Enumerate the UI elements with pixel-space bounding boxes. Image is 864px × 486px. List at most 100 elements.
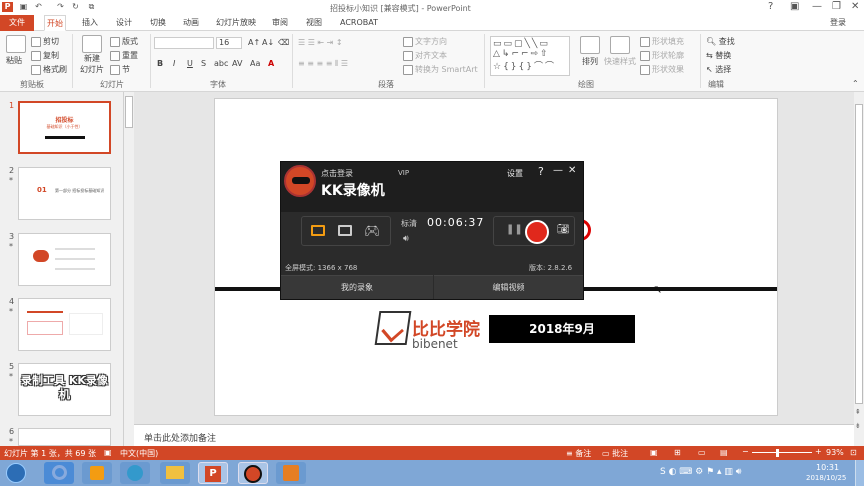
slide-sorter-icon[interactable]: ⊞ — [674, 448, 681, 457]
select-button[interactable]: ↖ 选择 — [706, 64, 731, 75]
collapse-ribbon-icon[interactable]: ⌃ — [852, 79, 859, 88]
kk-volume-icon[interactable]: 🔊︎ — [403, 234, 409, 244]
shapes-gallery[interactable]: ▭▭▢╲╲▭ △↳⌐⌐⇨⇧ ☆{}{}⌒⌒ — [490, 36, 570, 76]
kk-login-link[interactable]: 点击登录 — [321, 168, 353, 179]
thumbnail-slide-2[interactable]: 01 第一部分 招标投标基础知识 — [18, 167, 111, 220]
ie-icon[interactable] — [44, 462, 74, 484]
start-from-beginning-icon[interactable]: ⧉ — [86, 2, 97, 12]
file-explorer-icon[interactable] — [160, 462, 190, 484]
smartart-button[interactable]: 转换为 SmartArt — [403, 64, 478, 75]
minimize-button[interactable]: — — [812, 1, 822, 12]
reset-button[interactable]: 重置 — [110, 50, 138, 61]
thumbnail-slide-1[interactable]: 招投标 基础知识（小于性） — [18, 101, 111, 154]
kk-help-button[interactable]: ? — [538, 165, 544, 178]
kk-vip-badge[interactable]: VIP — [398, 169, 409, 177]
kk-my-records-button[interactable]: 我的录象 — [281, 275, 433, 299]
grow-font-icon[interactable]: A↑ — [248, 38, 260, 47]
help-button[interactable]: ? — [768, 1, 773, 12]
thumbnails-scrollbar[interactable] — [124, 92, 134, 446]
cut-button[interactable]: 剪切 — [31, 36, 59, 47]
format-painter-button[interactable]: 格式刷 — [31, 64, 67, 75]
zoom-out-button[interactable]: − — [742, 447, 749, 456]
kk-screenshot-camera-icon[interactable]: 📷︎ — [557, 224, 570, 235]
replace-button[interactable]: ⇆ 替换 — [706, 50, 731, 61]
tab-home[interactable]: 开始 — [44, 15, 66, 31]
arrange-button[interactable]: 排列 — [580, 36, 600, 67]
status-language[interactable]: 中文(中国) — [120, 448, 158, 459]
font-color-button[interactable]: A — [268, 59, 274, 68]
zoom-slider-thumb[interactable] — [776, 449, 779, 457]
text-direction-button[interactable]: 文字方向 — [403, 36, 447, 47]
kk-pause-button[interactable]: ❚❚ — [506, 224, 523, 235]
app-icon-kk-editor[interactable] — [276, 462, 306, 484]
copy-button[interactable]: 复制 — [31, 50, 59, 61]
layout-button[interactable]: 版式 — [110, 36, 138, 47]
kk-record-button[interactable] — [525, 220, 549, 244]
thumbnail-slide-5[interactable]: 录制工具 KK录像机 — [18, 363, 111, 416]
align-icons[interactable]: ≡ ≡ ≡ ≡ ⫴ ☰ — [298, 59, 348, 69]
kk-edit-video-button[interactable]: 编辑视频 — [434, 275, 583, 299]
tray-icons[interactable]: S ◐ ⌨ ⚙ ⚑ ▴ ▥ 🔊︎ — [660, 467, 741, 477]
slideshow-view-icon[interactable]: ▤ — [720, 448, 728, 457]
kk-window-mode-icon[interactable] — [338, 225, 352, 236]
prev-slide-icon[interactable]: ⇞ — [855, 408, 861, 416]
bullets-icon[interactable]: ☰ ☰ ⇤ ⇥ ↕ — [298, 38, 343, 47]
restore-button[interactable]: ❐ — [832, 1, 841, 12]
clear-format-icon[interactable]: ⌫ — [278, 38, 289, 47]
tab-insert[interactable]: 插入 — [80, 15, 100, 31]
show-desktop-button[interactable] — [855, 460, 864, 486]
paste-button[interactable]: 粘贴 — [6, 35, 26, 66]
editor-scrollbar[interactable]: ⇞ ⇟ — [854, 92, 864, 446]
strikethrough-button[interactable]: S — [201, 59, 206, 68]
find-button[interactable]: 🔍︎ 查找 — [706, 36, 735, 47]
tab-acrobat[interactable]: ACROBAT — [338, 15, 380, 31]
ribbon-display-options-icon[interactable]: ▣ — [790, 1, 799, 12]
kk-recorder-taskbar-icon[interactable] — [238, 462, 268, 484]
thumbnail-slide-6[interactable] — [18, 428, 111, 446]
kk-close-button[interactable]: ✕ — [568, 165, 576, 176]
login-link[interactable]: 登录 — [828, 15, 848, 31]
redo-icon[interactable]: ↷ — [55, 2, 66, 12]
kk-screen-mode-icon[interactable] — [311, 225, 325, 236]
kk-minimize-button[interactable]: — — [553, 165, 563, 176]
tab-animations[interactable]: 动画 — [181, 15, 201, 31]
tab-slideshow[interactable]: 幻灯片放映 — [214, 15, 258, 31]
shape-fill-button[interactable]: 形状填充 — [640, 36, 684, 47]
zoom-slider[interactable] — [752, 452, 812, 453]
quick-styles-button[interactable]: 快速样式 — [604, 36, 636, 67]
start-button[interactable] — [6, 463, 26, 483]
kk-settings-button[interactable]: 设置 — [507, 168, 523, 179]
tab-design[interactable]: 设计 — [114, 15, 134, 31]
shadow-button[interactable]: abc — [214, 59, 228, 68]
notes-pane[interactable]: 单击此处添加备注 — [134, 424, 854, 446]
tab-transitions[interactable]: 切换 — [148, 15, 168, 31]
shape-effects-button[interactable]: 形状效果 — [640, 64, 684, 75]
reading-view-icon[interactable]: ▭ — [698, 448, 706, 457]
zoom-in-button[interactable]: + — [815, 447, 822, 456]
app-icon-orange[interactable] — [82, 462, 112, 484]
app-icon-blue[interactable] — [120, 462, 150, 484]
next-slide-icon[interactable]: ⇟ — [855, 422, 861, 430]
zoom-level[interactable]: 93% — [826, 448, 844, 457]
change-case-button[interactable]: Aa — [250, 59, 260, 68]
italic-button[interactable]: I — [173, 59, 175, 68]
comments-toggle-button[interactable]: ▭ 批注 — [602, 448, 628, 459]
undo-icon[interactable]: ↶ — [33, 2, 44, 12]
shape-outline-button[interactable]: 形状轮廓 — [640, 50, 684, 61]
repeat-icon[interactable]: ↻ — [70, 2, 81, 12]
tab-view[interactable]: 视图 — [304, 15, 324, 31]
normal-view-icon[interactable]: ▣ — [650, 448, 658, 457]
fit-to-window-icon[interactable]: ⊡ — [850, 448, 857, 457]
align-text-button[interactable]: 对齐文本 — [403, 50, 447, 61]
notes-toggle-button[interactable]: ≡ 备注 — [566, 448, 591, 459]
section-button[interactable]: 节 — [110, 64, 130, 75]
new-slide-button[interactable]: 新建 幻灯片 — [80, 35, 104, 75]
kk-game-mode-icon[interactable]: 🎮︎ — [364, 224, 381, 239]
kk-recorder-window[interactable]: 点击登录 VIP 设置 ? — ✕ KK录像机 🎮︎ 标清 🔊︎ 00:06:3… — [280, 161, 584, 300]
spacing-button[interactable]: AV — [232, 59, 242, 68]
close-button[interactable]: ✕ — [851, 1, 859, 12]
tab-file[interactable]: 文件 — [0, 15, 34, 31]
tab-review[interactable]: 审阅 — [270, 15, 290, 31]
powerpoint-taskbar-icon[interactable]: P — [198, 462, 228, 484]
spellcheck-icon[interactable]: ▣ — [104, 448, 112, 457]
